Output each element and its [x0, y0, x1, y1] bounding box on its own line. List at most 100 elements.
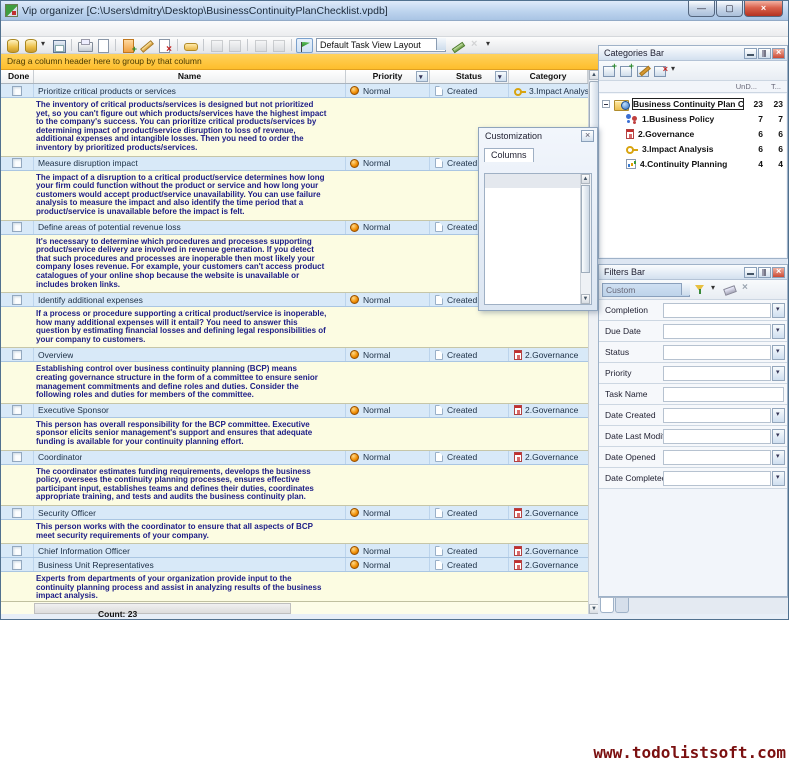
filter-value-dropdown[interactable] — [772, 303, 785, 318]
filter-value-field[interactable] — [663, 450, 771, 465]
total-column-header[interactable]: T... — [771, 82, 781, 91]
delete-task-icon[interactable] — [156, 38, 173, 53]
apply-filter-icon[interactable] — [693, 283, 707, 296]
filter-value-dropdown[interactable] — [772, 408, 785, 423]
task-row[interactable]: Security Officer Normal Created 2.Govern… — [1, 506, 588, 520]
panel-pin-icon[interactable] — [758, 267, 771, 278]
delete-filter-icon[interactable] — [739, 283, 753, 296]
filter-preset-combo[interactable]: Custom — [602, 283, 690, 297]
group-by-band[interactable]: Drag a column header here to group by th… — [1, 54, 598, 70]
filter-value-field[interactable] — [663, 387, 784, 402]
column-header-category[interactable]: Category — [509, 70, 588, 83]
undone-column-header[interactable]: UnD... — [736, 82, 757, 91]
filter-dropdown-icon[interactable] — [710, 282, 719, 297]
done-checkbox[interactable] — [12, 405, 22, 415]
dialog-scrollbar[interactable]: ▲ ▼ — [580, 174, 591, 304]
filter-value-field[interactable] — [663, 408, 771, 423]
done-checkbox[interactable] — [12, 508, 22, 518]
delete-layout-icon[interactable] — [467, 38, 484, 53]
panel-minimize-icon[interactable] — [744, 48, 757, 59]
filter-value-dropdown[interactable] — [772, 450, 785, 465]
dialog-close-icon[interactable] — [581, 130, 594, 142]
open-database-icon[interactable] — [22, 38, 39, 53]
column-header-done[interactable]: Done — [1, 70, 34, 83]
column-header-status[interactable]: Status — [430, 70, 509, 83]
column-header-name[interactable]: Name — [34, 70, 346, 83]
status-filter-dropdown[interactable] — [495, 71, 507, 82]
panel-minimize-icon[interactable] — [744, 267, 757, 278]
filter-value-dropdown[interactable] — [772, 324, 785, 339]
done-checkbox[interactable] — [12, 158, 22, 168]
filter-value-field[interactable] — [663, 429, 771, 444]
print-preview-icon[interactable] — [94, 38, 111, 53]
filter-value-field[interactable] — [663, 366, 771, 381]
columns-tab[interactable]: Columns — [484, 148, 534, 162]
close-button[interactable]: × — [744, 1, 783, 17]
category-tree-item[interactable]: 3.Impact Analysis 6 6 — [600, 141, 786, 156]
filter-value-dropdown[interactable] — [772, 366, 785, 381]
filter-value-field[interactable] — [663, 345, 771, 360]
panel-close-icon[interactable] — [772, 267, 785, 278]
delete-category-icon[interactable] — [653, 64, 668, 77]
scroll-down-icon[interactable]: ▼ — [581, 294, 590, 304]
done-checkbox[interactable] — [12, 546, 22, 556]
category-tree-item[interactable]: 1.Business Policy 7 7 — [600, 111, 786, 126]
assign-task-icon[interactable] — [182, 38, 199, 53]
filter-value-dropdown[interactable] — [772, 429, 785, 444]
add-category-icon[interactable] — [602, 64, 617, 77]
done-checkbox[interactable] — [12, 222, 22, 232]
category-tree-item[interactable]: 4.Continuity Planning 4 4 — [600, 156, 786, 171]
save-icon[interactable] — [50, 38, 67, 53]
done-checkbox[interactable] — [12, 86, 22, 96]
task-view-flag-icon[interactable] — [296, 38, 313, 53]
open-dropdown-icon[interactable] — [40, 38, 49, 53]
categories-overflow-icon[interactable] — [670, 63, 679, 78]
menu-item[interactable] — [32, 28, 46, 30]
column-list-item[interactable] — [485, 187, 580, 188]
task-row[interactable]: Coordinator Normal Created 2.Governance — [1, 451, 588, 465]
done-checkbox[interactable] — [12, 560, 22, 570]
indent-icon[interactable] — [252, 38, 269, 53]
toolbar-overflow-icon[interactable] — [485, 38, 494, 53]
customize-layout-icon[interactable] — [449, 38, 466, 53]
filter-value-dropdown[interactable] — [772, 345, 785, 360]
menu-item[interactable] — [74, 28, 88, 30]
add-task-icon[interactable] — [120, 38, 137, 53]
task-row[interactable]: Chief Information Officer Normal Created… — [1, 544, 588, 558]
edit-category-icon[interactable] — [636, 64, 651, 77]
edit-task-icon[interactable] — [138, 38, 155, 53]
move-down-icon[interactable] — [226, 38, 243, 53]
maximize-button[interactable]: ▢ — [716, 1, 743, 17]
menu-item[interactable] — [60, 28, 74, 30]
menu-item[interactable] — [18, 28, 32, 30]
clear-filter-icon[interactable] — [722, 283, 736, 296]
filter-value-field[interactable] — [663, 303, 771, 318]
dock-tab[interactable] — [600, 598, 614, 613]
category-tree-item[interactable]: 2.Governance 6 6 — [600, 126, 786, 141]
minimize-button[interactable]: — — [688, 1, 715, 17]
menu-item[interactable] — [4, 28, 18, 30]
task-row[interactable]: Executive Sponsor Normal Created 2.Gover… — [1, 404, 588, 418]
scroll-up-icon[interactable]: ▲ — [581, 174, 590, 184]
outdent-icon[interactable] — [270, 38, 287, 53]
scrollbar-thumb[interactable] — [581, 185, 590, 273]
collapse-expander-icon[interactable] — [602, 100, 610, 108]
panel-close-icon[interactable] — [772, 48, 785, 59]
dock-tab[interactable] — [615, 598, 629, 613]
column-header-priority[interactable]: Priority — [346, 70, 430, 83]
category-tree-item[interactable]: Business Continuity Plan Check 23 23 — [600, 96, 786, 111]
filter-value-dropdown[interactable] — [772, 471, 785, 486]
move-up-icon[interactable] — [208, 38, 225, 53]
print-icon[interactable] — [76, 38, 93, 53]
done-checkbox[interactable] — [12, 295, 22, 305]
menu-item[interactable] — [46, 28, 60, 30]
filter-value-field[interactable] — [663, 471, 771, 486]
task-row[interactable]: Overview Normal Created 2.Governance — [1, 348, 588, 362]
done-checkbox[interactable] — [12, 452, 22, 462]
priority-filter-dropdown[interactable] — [416, 71, 428, 82]
panel-pin-icon[interactable] — [758, 48, 771, 59]
layout-combo[interactable]: Default Task View Layout — [316, 38, 446, 52]
done-checkbox[interactable] — [12, 350, 22, 360]
task-row[interactable]: Prioritize critical products or services… — [1, 84, 588, 98]
task-row[interactable]: Business Unit Representatives Normal Cre… — [1, 558, 588, 572]
